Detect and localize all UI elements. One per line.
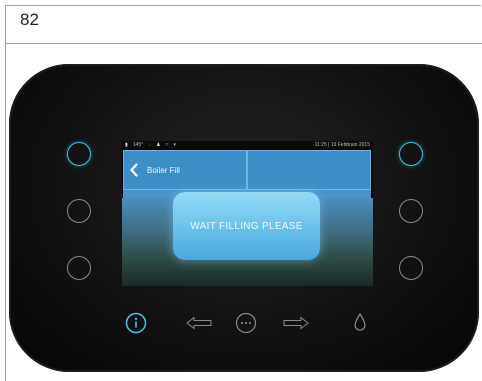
water-drop-icon[interactable]	[353, 312, 367, 332]
arrow-left-icon[interactable]	[186, 316, 212, 330]
page-header-divider	[5, 43, 482, 44]
page-number: 82	[20, 10, 39, 29]
left-button-1[interactable]	[67, 142, 91, 166]
left-button-2[interactable]	[67, 199, 91, 223]
wait-popup: WAIT FILLING PLEASE	[173, 192, 320, 260]
heating-icon: ≈	[165, 142, 169, 148]
tile-title: Boiler Fill	[147, 166, 180, 175]
popup-message: WAIT FILLING PLEASE	[190, 220, 303, 232]
right-button-2[interactable]	[399, 199, 423, 223]
tap-icon: ▾	[173, 142, 176, 148]
arrow-right-icon[interactable]	[283, 316, 309, 330]
boiler-fill-tile[interactable]: Boiler Fill	[123, 150, 247, 190]
status-bar: ▮ 145° ◌ ♟ ≈ ▾ 11:25 | 19 Febbraio 2015	[122, 141, 373, 149]
back-arrow-icon[interactable]	[130, 163, 138, 177]
right-button-3[interactable]	[399, 256, 423, 280]
person-icon: ♟	[156, 142, 161, 148]
dots-menu-icon[interactable]	[235, 312, 257, 334]
alarm-icon: ◌	[148, 142, 152, 148]
right-button-1[interactable]	[399, 142, 423, 166]
status-temperature: 145°	[132, 142, 144, 148]
info-icon[interactable]	[125, 312, 147, 334]
status-datetime: 11:25 | 19 Febbraio 2015	[314, 142, 370, 148]
left-button-3[interactable]	[67, 256, 91, 280]
display-screen: ▮ 145° ◌ ♟ ≈ ▾ 11:25 | 19 Febbraio 2015 …	[122, 141, 373, 286]
thermometer-icon: ▮	[125, 142, 128, 148]
empty-tile	[247, 150, 371, 190]
